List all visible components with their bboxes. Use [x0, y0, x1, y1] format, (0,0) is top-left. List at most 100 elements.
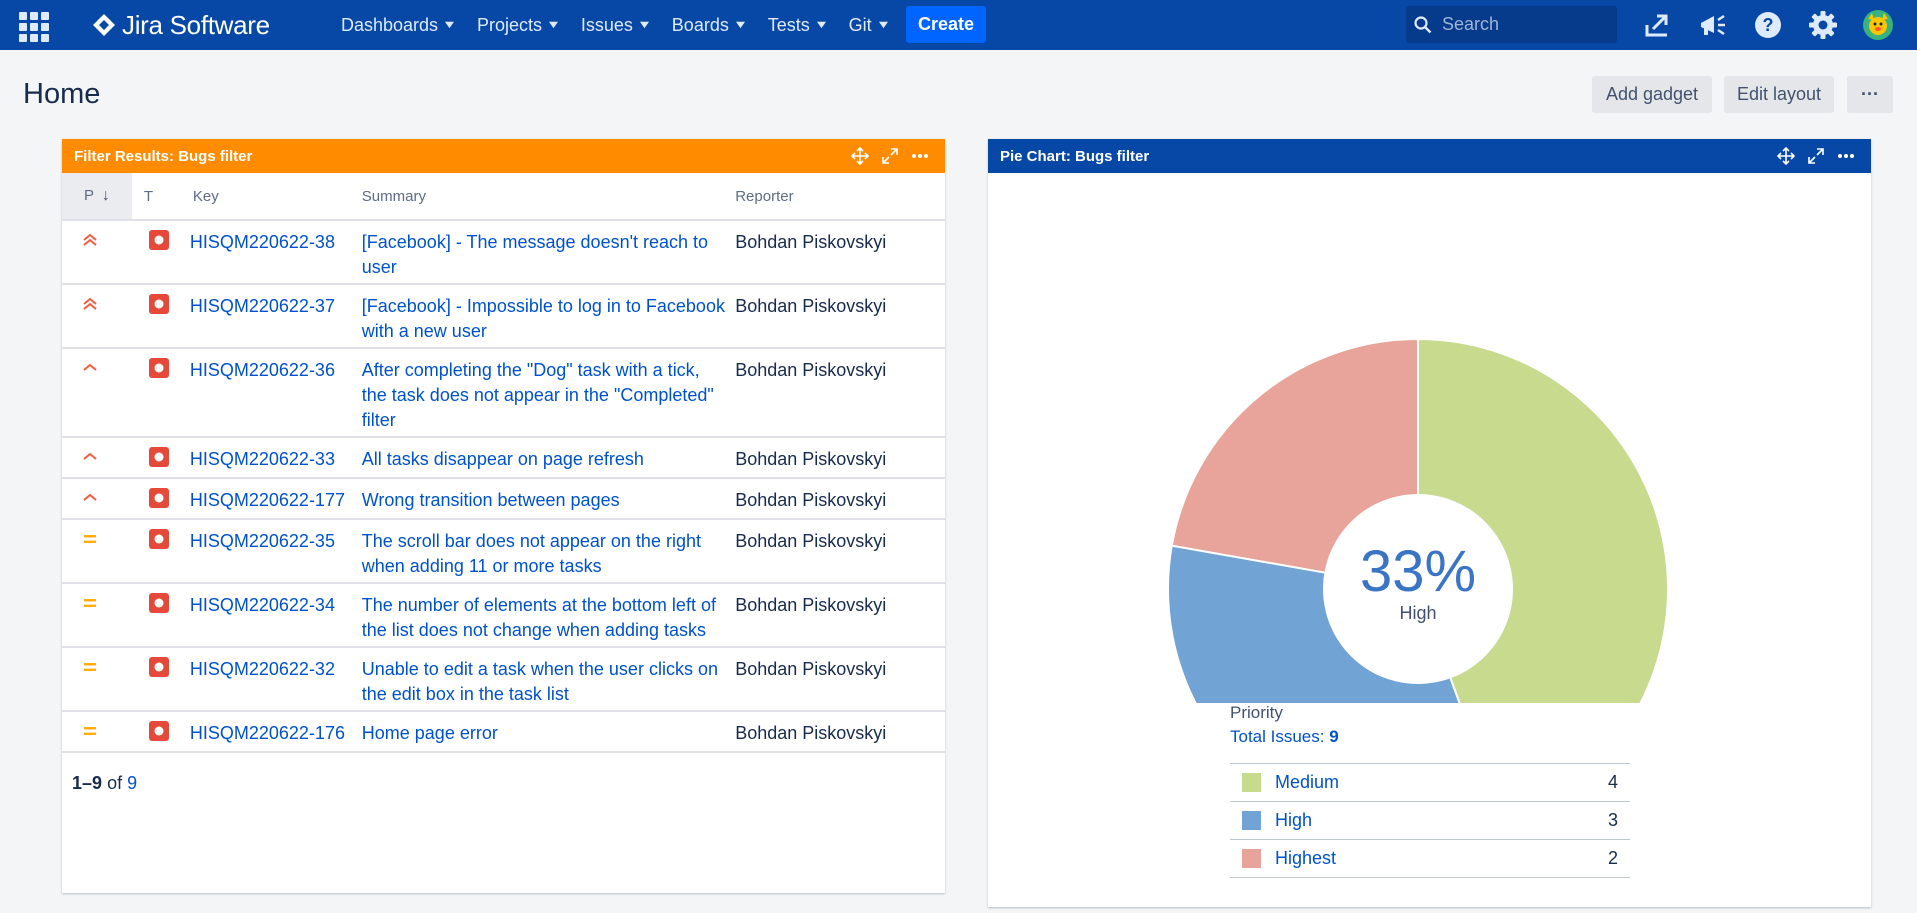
legend-category-link[interactable]: High — [1275, 810, 1312, 831]
issue-key-link[interactable]: HISQM220622-176 — [190, 723, 345, 743]
issue-summary-link[interactable]: All tasks disappear on page refresh — [362, 449, 644, 469]
pager-of: of — [107, 773, 123, 793]
legend-category-link[interactable]: Medium — [1275, 772, 1339, 793]
bug-type-icon — [148, 358, 169, 385]
more-actions-button[interactable]: ··· — [1847, 76, 1893, 113]
issue-reporter: Bohdan Piskovskyi — [735, 360, 887, 380]
legend-table: Medium 4 High 3 Highest 2 — [1230, 763, 1630, 878]
table-row[interactable]: HISQM220622-32 Unable to edit a task when… — [62, 647, 945, 712]
issue-key-link[interactable]: HISQM220622-38 — [190, 232, 335, 252]
bug-type-icon — [148, 447, 169, 474]
legend-category-link[interactable]: Highest — [1275, 848, 1336, 869]
legend-title: Priority — [1230, 703, 1283, 722]
pie-chart-gadget: Pie Chart: Bugs filter 33% High Priority… — [988, 139, 1871, 907]
gadget-menu-icon[interactable] — [911, 153, 929, 159]
add-gadget-button[interactable]: Add gadget — [1592, 76, 1712, 113]
issue-key-link[interactable]: HISQM220622-37 — [190, 296, 335, 316]
nav-tests[interactable]: Tests ▼ — [757, 0, 838, 50]
table-row[interactable]: HISQM220622-34 The number of elements at … — [62, 583, 945, 648]
column-header-key[interactable]: Key — [189, 173, 362, 221]
table-row[interactable]: HISQM220622-35 The scroll bar does not ap… — [62, 519, 945, 584]
issue-key-link[interactable]: HISQM220622-33 — [190, 449, 335, 469]
issue-summary-link[interactable]: [Facebook] - The message doesn't reach t… — [362, 232, 708, 277]
chevron-down-icon: ▼ — [636, 19, 652, 31]
total-issues-label: Total Issues: — [1230, 727, 1325, 746]
issue-summary-link[interactable]: After completing the "Dog" task with a t… — [362, 360, 714, 430]
issue-key-link[interactable]: HISQM220622-32 — [190, 659, 335, 679]
gadget-header: Pie Chart: Bugs filter — [988, 139, 1871, 173]
priority-high-icon — [82, 488, 98, 513]
issue-key-link[interactable]: HISQM220622-35 — [190, 531, 335, 551]
pagination: 1–9 of 9 — [62, 753, 945, 814]
pager-range: 1–9 — [72, 773, 103, 793]
nav-dashboards[interactable]: Dashboards ▼ — [330, 0, 466, 50]
column-header-type[interactable]: T — [131, 173, 190, 221]
column-header-summary[interactable]: Summary — [361, 173, 736, 221]
edit-layout-button[interactable]: Edit layout — [1724, 76, 1834, 113]
table-row[interactable]: HISQM220622-176 Home page error Bohdan Pis… — [62, 711, 945, 753]
center-percent: 33% — [1360, 539, 1476, 604]
top-navigation: Jira Software Dashboards ▼ Projects ▼ Issu… — [0, 0, 1917, 50]
table-row[interactable]: HISQM220622-36 After completing the "Dog"… — [62, 348, 945, 438]
svg-text:?: ? — [1763, 15, 1774, 35]
app-switcher-icon[interactable] — [16, 9, 50, 42]
jira-logo[interactable]: Jira Software — [92, 9, 270, 41]
main-menu: Dashboards ▼ Projects ▼ Issues ▼ Boards ▼ Te… — [330, 0, 900, 50]
upload-icon[interactable] — [1641, 8, 1675, 42]
issue-key-link[interactable]: HISQM220622-36 — [190, 360, 335, 380]
nav-boards[interactable]: Boards ▼ — [661, 0, 757, 50]
help-icon[interactable]: ? — [1751, 8, 1785, 42]
issue-summary-link[interactable]: The number of elements at the bottom lef… — [362, 595, 716, 640]
total-issues[interactable]: Total Issues: 9 — [1230, 727, 1630, 747]
issue-reporter: Bohdan Piskovskyi — [735, 659, 887, 679]
issue-reporter: Bohdan Piskovskyi — [735, 723, 887, 743]
announcement-icon[interactable] — [1696, 8, 1730, 42]
move-icon[interactable] — [851, 147, 869, 165]
center-label: High — [1399, 603, 1436, 623]
issue-summary-link[interactable]: Unable to edit a task when the user clic… — [362, 659, 718, 704]
issue-summary-link[interactable]: Home page error — [362, 723, 498, 743]
gadget-menu-icon[interactable] — [1837, 153, 1855, 159]
gadget-title: Filter Results: Bugs filter — [74, 147, 253, 165]
priority-medium-icon — [82, 593, 98, 618]
table-row[interactable]: HISQM220622-177 Wrong transition between … — [62, 478, 945, 520]
pager-total-link[interactable]: 9 — [127, 773, 137, 793]
maximize-icon[interactable] — [1807, 147, 1825, 165]
filter-results-gadget: Filter Results: Bugs filter P ↓ T Key Su… — [62, 139, 945, 893]
issue-summary-link[interactable]: Wrong transition between pages — [362, 490, 620, 510]
move-icon[interactable] — [1777, 147, 1795, 165]
nav-projects-label: Projects — [476, 14, 542, 35]
issue-summary-link[interactable]: The scroll bar does not appear on the ri… — [362, 531, 701, 576]
nav-projects[interactable]: Projects ▼ — [466, 0, 570, 50]
settings-gear-icon[interactable] — [1806, 8, 1840, 42]
nav-issues[interactable]: Issues ▼ — [570, 0, 661, 50]
maximize-icon[interactable] — [881, 147, 899, 165]
chevron-down-icon: ▼ — [441, 19, 458, 31]
table-row[interactable]: HISQM220622-33 All tasks disappear on pag… — [62, 437, 945, 479]
sort-down-arrow-icon: ↓ — [101, 187, 110, 204]
table-row[interactable]: HISQM220622-37 [Facebook] - Impossible to… — [62, 284, 945, 349]
column-header-reporter[interactable]: Reporter — [735, 173, 945, 221]
legend-count: 2 — [1607, 848, 1618, 868]
nav-git[interactable]: Git ▼ — [838, 0, 900, 50]
issue-reporter: Bohdan Piskovskyi — [735, 595, 887, 615]
create-button[interactable]: Create — [906, 6, 986, 43]
legend-row: Highest 2 — [1230, 840, 1630, 878]
legend-swatch — [1242, 811, 1261, 830]
legend-row: Medium 4 — [1230, 764, 1630, 802]
table-row[interactable]: HISQM220622-38 [Facebook] - The message d… — [62, 220, 945, 285]
page-title: Home — [23, 78, 101, 110]
issue-key-link[interactable]: HISQM220622-177 — [190, 490, 345, 510]
gadget-title: Pie Chart: Bugs filter — [1000, 147, 1150, 165]
column-header-priority[interactable]: P ↓ — [62, 173, 132, 221]
user-avatar[interactable] — [1861, 8, 1895, 42]
search-box[interactable] — [1406, 6, 1617, 43]
issue-key-link[interactable]: HISQM220622-34 — [190, 595, 335, 615]
search-input[interactable] — [1442, 14, 1602, 35]
search-icon — [1414, 15, 1432, 33]
chevron-down-icon: ▼ — [732, 19, 748, 31]
legend-count: 4 — [1607, 772, 1618, 792]
product-name: Jira Software — [122, 9, 270, 40]
issue-summary-link[interactable]: [Facebook] - Impossible to log in to Fac… — [362, 296, 725, 341]
priority-highest-icon — [82, 294, 98, 319]
